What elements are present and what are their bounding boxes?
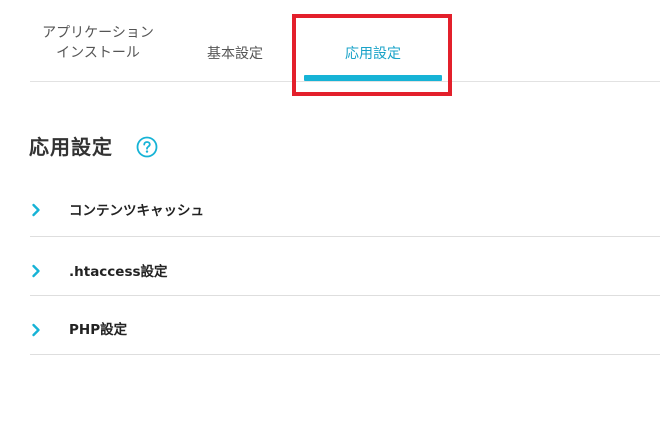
page-title: 応用設定 [29,135,113,159]
accordion-item-htaccess[interactable]: .htaccess設定 [30,237,660,296]
tab-application-install-label-line2: インストール [56,45,140,61]
chevron-right-icon [32,323,40,337]
tab-bar: アプリケーション インストール 基本設定 応用設定 [0,0,660,82]
accordion-item-content-cache[interactable]: コンテンツキャッシュ [30,180,660,237]
question-circle-icon[interactable] [136,136,158,158]
accordion-item-label: コンテンツキャッシュ [69,203,204,219]
tab-basic-settings[interactable]: 基本設定 [190,44,280,64]
accordion-item-php[interactable]: PHP設定 [30,296,660,355]
settings-accordion: コンテンツキャッシュ .htaccess設定 PHP設定 [30,180,660,355]
tab-advanced-settings[interactable]: 応用設定 [304,44,442,64]
chevron-right-icon [32,264,40,278]
accordion-item-label: .htaccess設定 [69,264,168,280]
tab-bar-divider [30,81,660,82]
tab-application-install-label-line1: アプリケーション [42,25,154,41]
accordion-item-label: PHP設定 [69,322,128,338]
tab-application-install[interactable]: アプリケーション インストール [30,23,166,63]
page: アプリケーション インストール 基本設定 応用設定 応用設定 コンテンツキャッシ… [0,0,660,429]
chevron-right-icon [32,203,40,217]
